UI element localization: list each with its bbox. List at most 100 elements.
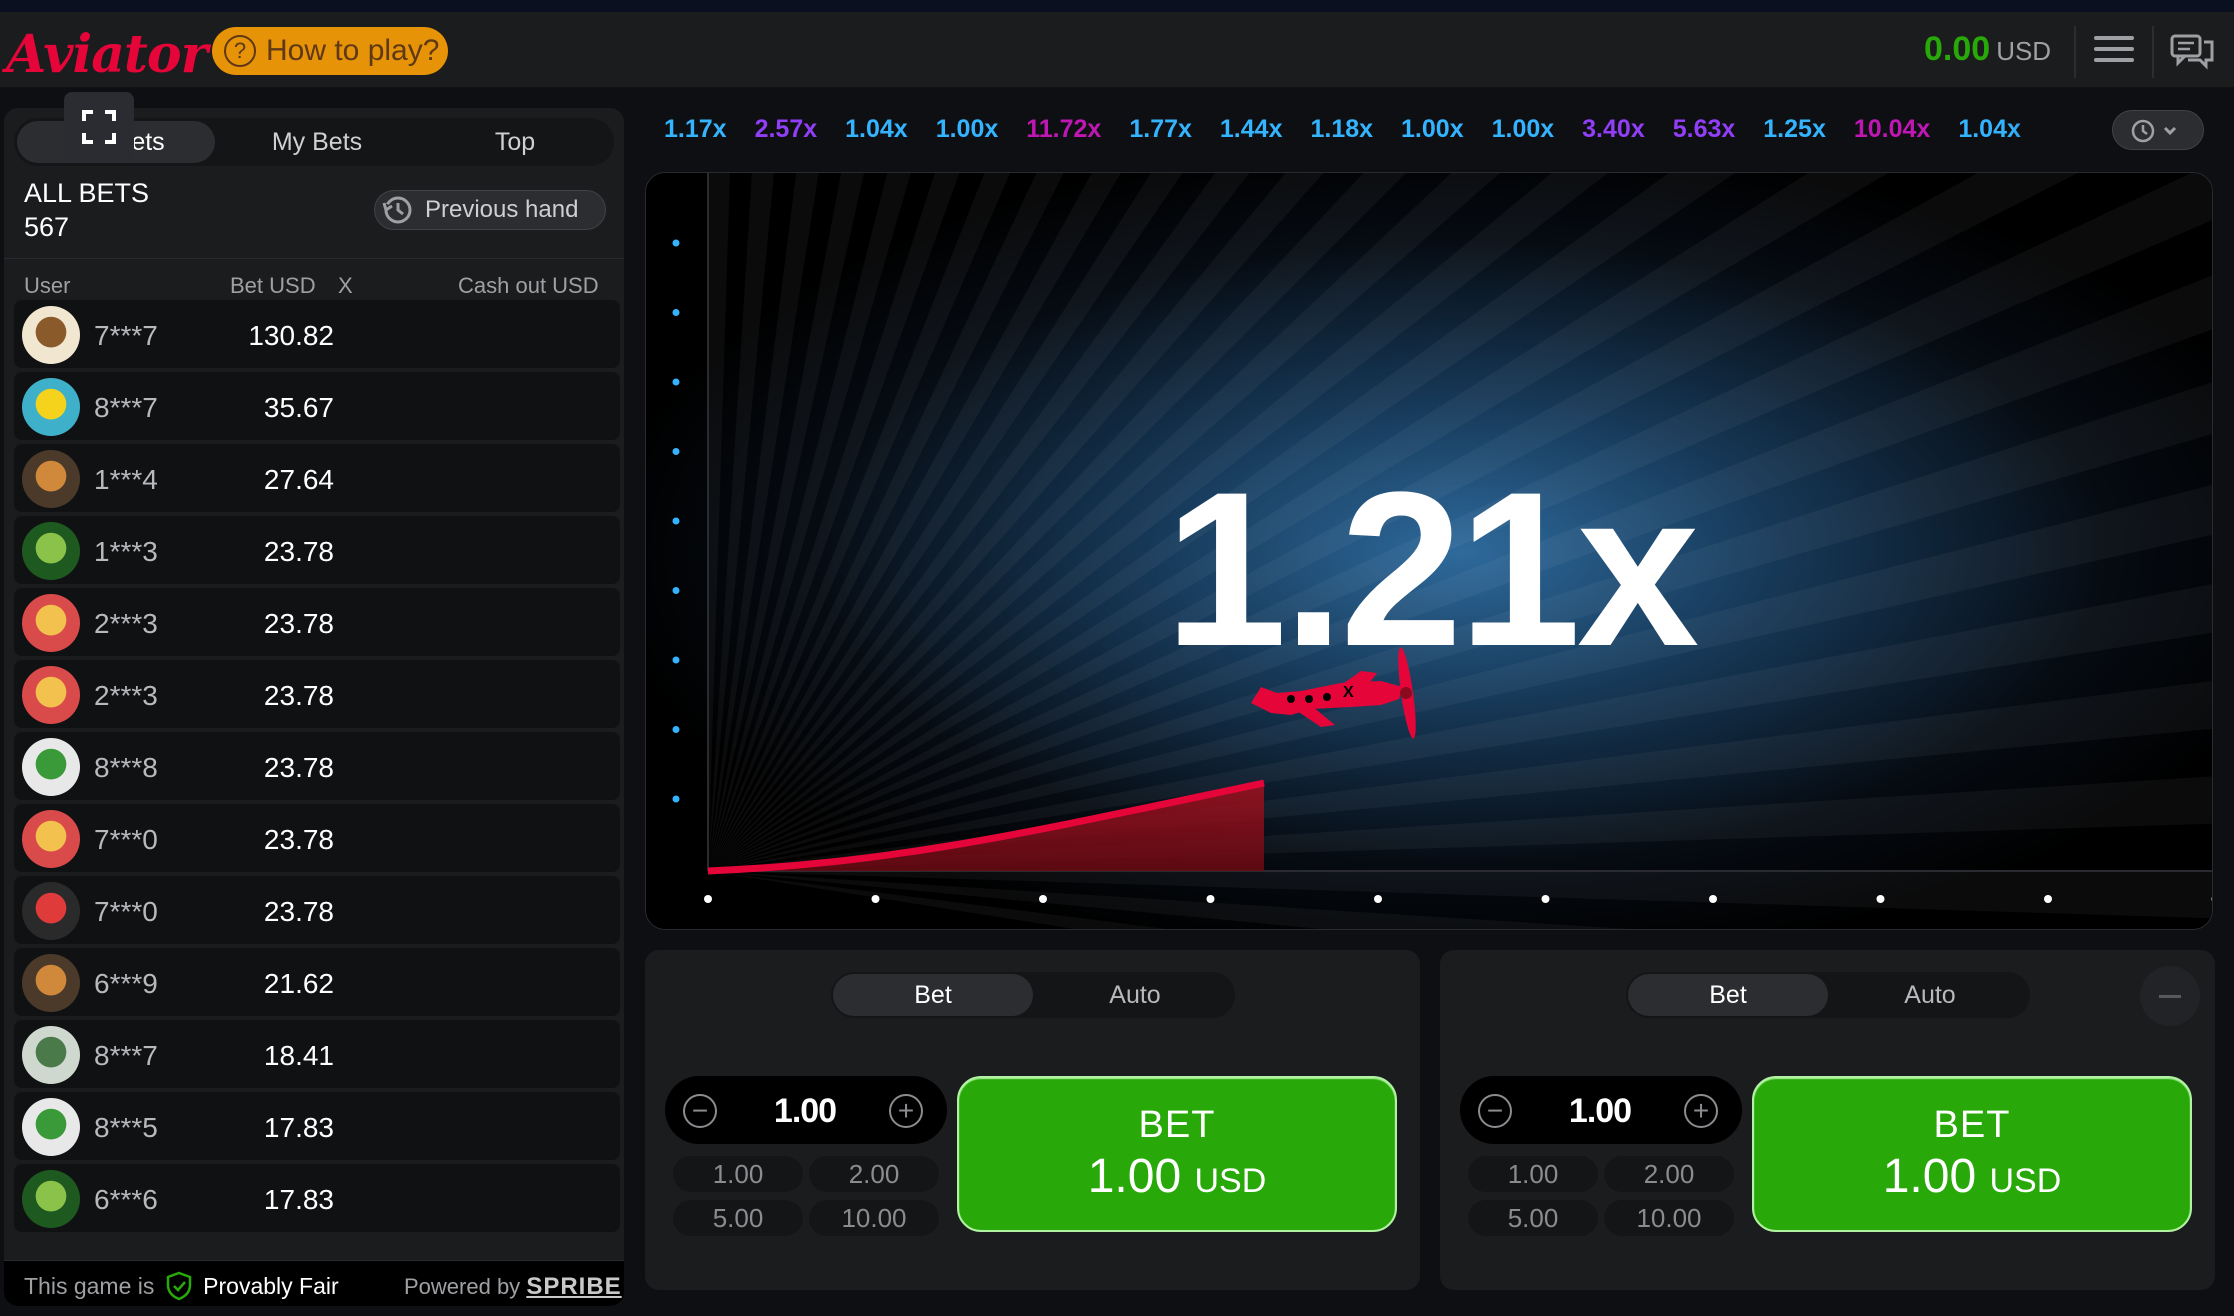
bet-row: 7***0 23.78	[14, 804, 620, 872]
history-multiplier[interactable]: 11.72x	[1012, 104, 1115, 154]
history-multiplier[interactable]: 10.04x	[1840, 104, 1944, 154]
quick-amount-button[interactable]: 10.00	[1604, 1200, 1734, 1236]
bet-amount: 23.78	[263, 752, 334, 783]
quick-amount-button[interactable]: 2.00	[809, 1156, 939, 1192]
bet-amount: 130.82	[248, 320, 334, 351]
bet-amount-stepper: − 1.00 +	[665, 1076, 947, 1144]
balance: 0.00 USD	[1924, 30, 2051, 69]
history-multiplier[interactable]: 3.40x	[1568, 104, 1659, 154]
how-to-play-label: How to play?	[266, 34, 440, 67]
bet-row: 1***4 27.64	[14, 444, 620, 512]
increase-icon[interactable]: +	[1684, 1094, 1718, 1128]
tab-top[interactable]: Top	[416, 118, 614, 166]
multiplier-history: 1.17x 2.57x 1.04x 1.00x 11.72x 1.77x 1.44x 1.18…	[650, 104, 2110, 154]
bet-row: 6***6 17.83	[14, 1164, 620, 1232]
bet-panel: Bet Auto − 1.00 + 1.00 2.00 5.00 10.00 BET …	[1440, 950, 2215, 1290]
avatar	[22, 594, 80, 652]
previous-hand-button[interactable]: Previous hand	[374, 190, 606, 230]
quick-amount-button[interactable]: 5.00	[1468, 1200, 1598, 1236]
provably-fair[interactable]: This game is Provably Fair	[24, 1271, 339, 1301]
avatar	[22, 450, 80, 508]
avatar	[22, 882, 80, 940]
bet-row: 7***7 130.82	[14, 300, 620, 368]
history-multiplier[interactable]: 5.63x	[1659, 104, 1750, 154]
tab-my-bets[interactable]: My Bets	[218, 118, 416, 166]
quick-amount-button[interactable]: 10.00	[809, 1200, 939, 1236]
history-multiplier[interactable]: 1.77x	[1115, 104, 1206, 154]
bet-amount: 17.83	[263, 1112, 334, 1143]
history-multiplier[interactable]: 1.04x	[831, 104, 922, 154]
bet-username: 8***8	[94, 752, 158, 783]
bet-button[interactable]: BET 1.00 USD	[957, 1076, 1397, 1232]
bet-amount: 27.64	[263, 464, 334, 495]
how-to-play-button[interactable]: ? How to play?	[212, 27, 448, 75]
bet-amount: 23.78	[263, 608, 334, 639]
bet-amount: 23.78	[263, 824, 334, 855]
avatar	[22, 666, 80, 724]
history-toggle-button[interactable]	[2112, 110, 2204, 150]
decrease-icon[interactable]: −	[1478, 1094, 1512, 1128]
avatar	[22, 522, 80, 580]
quick-amount-button[interactable]: 5.00	[673, 1200, 803, 1236]
bet-amount: 17.83	[263, 1184, 334, 1215]
fullscreen-icon[interactable]	[64, 92, 134, 162]
bet-amount: 35.67	[263, 392, 334, 423]
history-multiplier[interactable]: 1.00x	[1387, 104, 1478, 154]
header: Aviator ? How to play? 0.00 USD	[0, 12, 2234, 88]
decrease-icon[interactable]: −	[683, 1094, 717, 1128]
avatar	[22, 738, 80, 796]
bet-row: 2***3 23.78	[14, 660, 620, 728]
bet-username: 1***4	[94, 464, 158, 495]
bet-button-label: BET	[1138, 1104, 1216, 1146]
history-multiplier[interactable]: 1.17x	[650, 104, 741, 154]
game-canvas: X 1.21x	[645, 172, 2213, 930]
history-multiplier[interactable]: 1.00x	[1478, 104, 1569, 154]
aviator-logo[interactable]: Aviator	[6, 24, 208, 85]
all-bets-title: ALL BETS	[24, 178, 150, 208]
tab-auto[interactable]: Auto	[1035, 972, 1235, 1018]
bets-list: 7***7 130.82 8***7 35.67 1***4 27.64 1**…	[14, 300, 620, 1236]
tab-auto[interactable]: Auto	[1830, 972, 2030, 1018]
increase-icon[interactable]: +	[889, 1094, 923, 1128]
bet-amount-input[interactable]: 1.00	[725, 1092, 885, 1131]
bet-amount-input[interactable]: 1.00	[1520, 1092, 1680, 1131]
history-multiplier[interactable]: 1.44x	[1206, 104, 1297, 154]
history-multiplier[interactable]: 1.00x	[922, 104, 1013, 154]
bet-username: 8***7	[94, 392, 158, 423]
top-strip	[0, 0, 2234, 12]
history-multiplier[interactable]: 1.25x	[1749, 104, 1840, 154]
bet-amount: 18.41	[263, 1040, 334, 1071]
avatar	[22, 1098, 80, 1156]
tab-bet[interactable]: Bet	[833, 974, 1033, 1016]
bet-amount: 23.78	[263, 896, 334, 927]
spribe-logo: SPRIBE	[526, 1273, 622, 1300]
remove-panel-icon[interactable]	[2140, 966, 2200, 1026]
header-divider	[2152, 26, 2154, 78]
history-multiplier[interactable]: 2.57x	[741, 104, 832, 154]
bet-username: 8***7	[94, 1040, 158, 1071]
previous-hand-label: Previous hand	[425, 196, 579, 223]
bet-mode-tabs: Bet Auto	[831, 972, 1235, 1018]
quick-amount-button[interactable]: 1.00	[1468, 1156, 1598, 1192]
bet-username: 6***9	[94, 968, 158, 999]
bet-button[interactable]: BET 1.00 USD	[1752, 1076, 2192, 1232]
bet-row: 1***3 23.78	[14, 516, 620, 584]
bet-row: 6***9 21.62	[14, 948, 620, 1016]
quick-amount-button[interactable]: 2.00	[1604, 1156, 1734, 1192]
bet-username: 2***3	[94, 608, 158, 639]
bet-button-amount: 1.00	[1087, 1150, 1182, 1203]
bet-panel: Bet Auto − 1.00 + 1.00 2.00 5.00 10.00 BET …	[645, 950, 1420, 1290]
quick-amount-button[interactable]: 1.00	[673, 1156, 803, 1192]
history-multiplier[interactable]: 1.18x	[1296, 104, 1387, 154]
question-icon: ?	[224, 35, 256, 67]
bet-row: 8***7 18.41	[14, 1020, 620, 1088]
chat-icon[interactable]	[2170, 32, 2216, 72]
powered-by: Powered by SPRIBE	[404, 1273, 622, 1300]
history-icon	[382, 196, 412, 224]
bet-amount: 23.78	[263, 536, 334, 567]
bet-amount-stepper: − 1.00 +	[1460, 1076, 1742, 1144]
header-divider	[2074, 26, 2076, 78]
menu-icon[interactable]	[2094, 36, 2134, 66]
tab-bet[interactable]: Bet	[1628, 974, 1828, 1016]
bets-column-headers: User Bet USD X Cash out USD	[4, 258, 624, 298]
